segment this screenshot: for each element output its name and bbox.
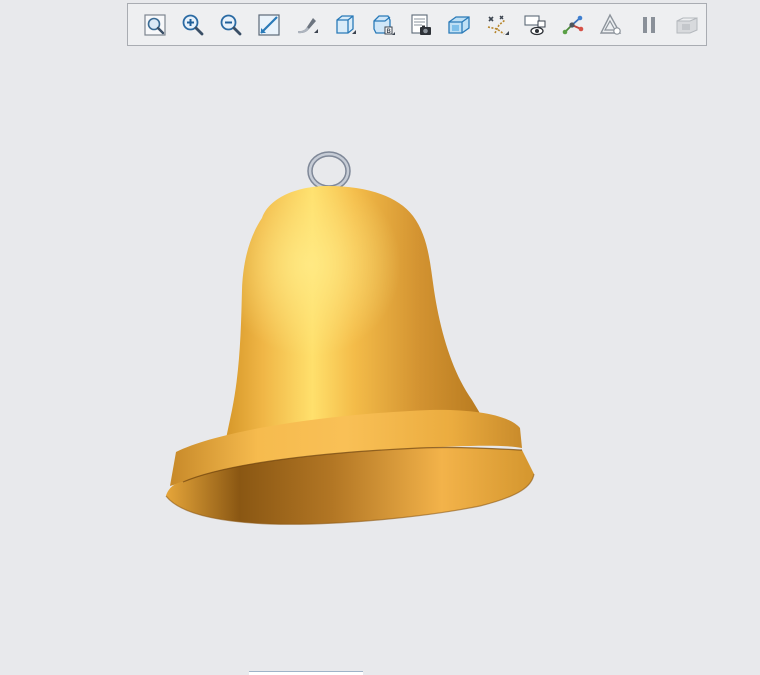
bottom-tab[interactable] bbox=[249, 671, 363, 675]
bell-model[interactable] bbox=[0, 0, 760, 674]
graphics-window[interactable]: B bbox=[0, 0, 760, 675]
